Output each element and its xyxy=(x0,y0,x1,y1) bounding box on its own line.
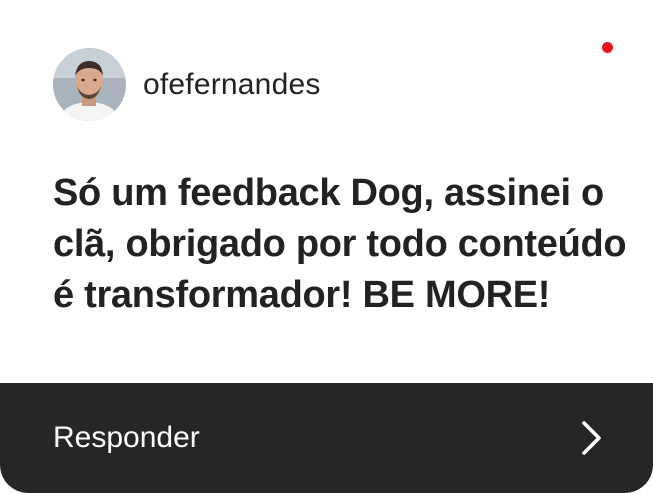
message-header: ofefernandes xyxy=(53,48,321,121)
unread-indicator xyxy=(602,42,613,53)
avatar[interactable] xyxy=(53,48,126,121)
chevron-right-icon xyxy=(579,418,605,458)
message-text: Só um feedback Dog, assinei o clã, obrig… xyxy=(53,172,627,316)
reply-button[interactable]: Responder xyxy=(0,383,653,493)
message-card: ofefernandes Só um feedback Dog, assinei… xyxy=(0,0,653,493)
reply-button-label: Responder xyxy=(53,421,200,454)
username[interactable]: ofefernandes xyxy=(143,68,321,102)
avatar-photo xyxy=(53,48,126,121)
